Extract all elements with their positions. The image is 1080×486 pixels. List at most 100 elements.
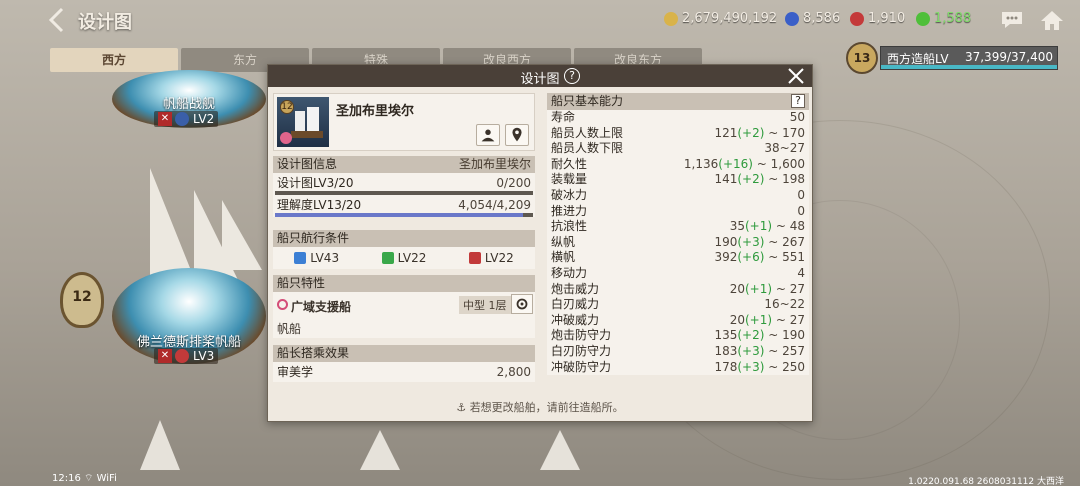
understanding-label: 理解度LV13/20: [277, 198, 362, 212]
stat-value: 20(+1) ~ 27: [730, 313, 805, 329]
red-gem-icon: [850, 11, 864, 26]
tab-west[interactable]: 西方: [50, 48, 178, 72]
trait-detail-button[interactable]: [511, 294, 533, 314]
stat-value: 183(+3) ~ 257: [714, 344, 805, 360]
stat-base: 0: [797, 187, 805, 202]
stat-value: 178(+3) ~ 250: [714, 360, 805, 376]
stat-value: 50: [790, 110, 805, 126]
ship-star-value: 12: [72, 289, 92, 305]
captain-effect-section: 船长搭乘效果 审美学 2,800: [273, 345, 535, 382]
stat-bonus: (+2): [737, 172, 765, 187]
stat-max: ~ 190: [764, 328, 805, 343]
captain-effect-name: 审美学: [277, 365, 314, 379]
stat-base: 38~27: [764, 141, 805, 156]
ship-card-2[interactable]: 佛兰德斯排桨帆船 ✕ LV3: [112, 268, 266, 366]
ship-tags: ✕ LV3: [154, 348, 219, 364]
blue-gem-icon: [785, 11, 799, 26]
ship-card-1[interactable]: 帆船战舰 ✕ LV2: [112, 70, 266, 134]
stat-max: ~ 198: [764, 172, 805, 187]
trait-name: 广域支援船: [291, 300, 352, 314]
red-gem-value: 1,910: [868, 11, 906, 26]
stat-row: 船员人数下限 38~27: [547, 141, 809, 157]
ship-traits-section: 船只特性 广域支援船 中型 1层 帆船: [273, 275, 535, 338]
blueprint-dialog: 设计图 ? 12 圣加布里埃尔 设计图信息 圣加布里埃尔 设计图LV3/20 0…: [267, 64, 813, 422]
stats-help-icon[interactable]: ?: [791, 94, 805, 108]
chat-icon[interactable]: [1000, 9, 1024, 31]
wifi-icon: ⌔: [84, 473, 97, 484]
stat-value: 190(+3) ~ 267: [714, 235, 805, 251]
background-ship-sail: [140, 420, 180, 470]
ship-star-badge: 12: [60, 272, 104, 328]
stat-value: 16~22: [764, 297, 805, 313]
stat-value: 135(+2) ~ 190: [714, 328, 805, 344]
condition-label: LV22: [484, 251, 514, 265]
design-info-body: 设计图LV3/20 0/200 理解度LV13/20 4,054/4,209: [273, 173, 535, 217]
design-level-value: 0/200: [496, 176, 531, 190]
stat-base: 4: [797, 265, 805, 280]
ship-icon: ⚓: [456, 401, 467, 414]
location-button[interactable]: [505, 124, 529, 146]
stat-row: 装载量 141(+2) ~ 198: [547, 172, 809, 188]
resource-red-gem[interactable]: 1,910: [850, 11, 905, 26]
stat-row: 船员人数上限 121(+2) ~ 170: [547, 126, 809, 142]
section-title: 船只特性: [273, 275, 535, 292]
stat-row: 纵帆 190(+3) ~ 267: [547, 235, 809, 251]
green-token-value: 1,588: [934, 11, 972, 26]
stat-base: 190: [714, 234, 738, 249]
ship-sail: [150, 168, 194, 278]
adventure-icon: [294, 252, 307, 264]
stats-header: 船只基本能力 ?: [547, 93, 809, 110]
battle-icon: ✕: [158, 112, 172, 126]
condition-adventure: LV43: [294, 251, 339, 265]
stat-row: 移动力 4: [547, 266, 809, 282]
coin-icon: [664, 11, 678, 26]
captain-effect-row: 审美学 2,800: [273, 362, 535, 382]
trade-icon: [381, 252, 394, 264]
home-icon[interactable]: [1040, 9, 1064, 31]
section-title: 船只航行条件: [273, 230, 535, 247]
stat-base: 121: [714, 125, 738, 140]
stat-value: 1,136(+16) ~ 1,600: [684, 157, 805, 173]
resource-coin[interactable]: 2,679,490,192: [664, 11, 777, 26]
ship-trait-body: 广域支援船 中型 1层 帆船: [273, 292, 535, 338]
dialog-header: 设计图 ?: [268, 65, 812, 87]
heart-icon: [277, 299, 288, 310]
back-arrow-icon[interactable]: [46, 6, 68, 34]
ship-tags: ✕ LV2: [154, 111, 219, 127]
stat-row: 冲破威力 20(+1) ~ 27: [547, 313, 809, 329]
stat-label: 破冰力: [551, 187, 588, 202]
close-icon[interactable]: [786, 66, 806, 86]
stat-label: 炮击防守力: [551, 328, 612, 343]
stat-label: 耐久性: [551, 156, 588, 171]
sail-conditions-list: LV43 LV22 LV22: [273, 247, 535, 269]
ship-stats-panel[interactable]: 船只基本能力 ? 寿命 50 船员人数上限 121(+2) ~ 170 船员人数下限 38…: [547, 93, 809, 387]
resource-blue-gem[interactable]: 8,586: [785, 11, 840, 26]
stat-base: 20: [729, 281, 745, 296]
top-bar: 设计图 2,679,490,192 8,586 1,910 1,588: [0, 0, 1080, 42]
resource-green-token[interactable]: 1,588: [916, 11, 971, 26]
captain-icon: [481, 129, 495, 142]
help-icon[interactable]: ?: [564, 68, 580, 84]
stat-row: 抗浪性 35(+1) ~ 48: [547, 219, 809, 235]
stat-base: 0: [797, 203, 805, 218]
captain-button[interactable]: [476, 124, 500, 146]
stat-bonus: (+1): [744, 281, 773, 296]
stat-row: 破冰力 0: [547, 188, 809, 204]
stat-label: 炮击威力: [551, 281, 600, 296]
thumb-sail: [295, 111, 305, 131]
understanding-row: 理解度LV13/20 4,054/4,209: [273, 197, 535, 213]
stat-value: 0: [797, 204, 805, 220]
design-level-row: 设计图LV3/20 0/200: [273, 175, 535, 191]
stat-max: ~ 250: [764, 359, 805, 374]
stat-max: ~ 48: [772, 219, 805, 234]
stat-row: 横帆 392(+6) ~ 551: [547, 250, 809, 266]
shipbuilding-level-panel: 西方造船LV 37,399/37,400 13: [846, 42, 1060, 74]
stat-label: 船员人数上限: [551, 125, 624, 140]
ship-thumbnail[interactable]: 12: [277, 97, 329, 147]
condition-label: LV43: [310, 251, 340, 265]
stat-label: 白刃威力: [551, 297, 600, 312]
stat-label: 移动力: [551, 265, 588, 280]
thumb-sail: [307, 107, 319, 131]
stat-label: 冲破防守力: [551, 359, 612, 374]
stat-max: ~ 551: [764, 250, 805, 265]
